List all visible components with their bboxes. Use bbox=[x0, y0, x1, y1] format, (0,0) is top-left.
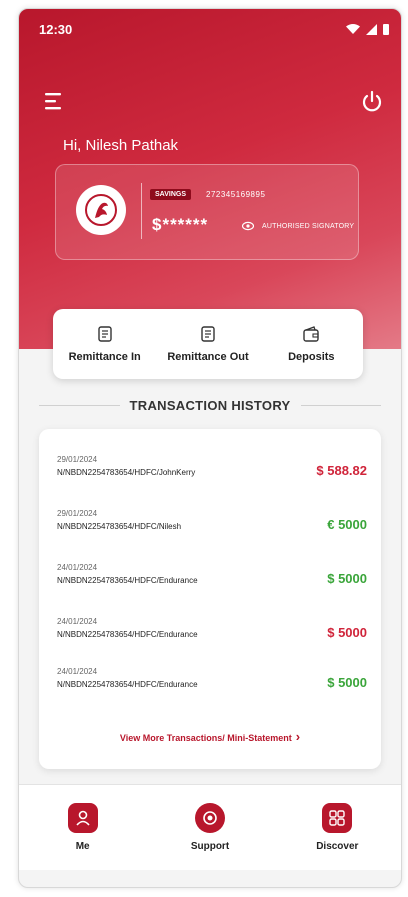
remittance-out-label: Remittance Out bbox=[167, 351, 249, 363]
transaction-date: 24/01/2024 bbox=[57, 667, 98, 676]
deposits-button[interactable]: Deposits bbox=[260, 309, 363, 379]
nav-support[interactable]: Support bbox=[146, 785, 273, 870]
wifi-icon bbox=[346, 24, 360, 34]
transaction-amount: $ 5000 bbox=[327, 571, 367, 586]
transaction-amount: $ 5000 bbox=[327, 675, 367, 690]
transaction-reference: N/NBDN2254783654/HDFC/Endurance bbox=[57, 680, 198, 689]
account-role: AUTHORISED SIGNATORY bbox=[262, 223, 355, 230]
transaction-reference: N/NBDN2254783654/HDFC/Nilesh bbox=[57, 522, 182, 531]
transaction-list: 29/01/2024 N/NBDN2254783654/HDFC/JohnKer… bbox=[39, 429, 381, 769]
transaction-date: 29/01/2024 bbox=[57, 509, 98, 518]
remittance-out-button[interactable]: Remittance Out bbox=[156, 309, 259, 379]
card-divider bbox=[141, 183, 142, 239]
quick-actions: Remittance In Remittance Out Deposits bbox=[53, 309, 363, 379]
transaction-row[interactable]: 29/01/2024 N/NBDN2254783654/HDFC/JohnKer… bbox=[57, 455, 367, 495]
wallet-icon bbox=[303, 326, 320, 342]
account-number: 272345169895 bbox=[206, 190, 266, 199]
phone-frame: 12:30 Hi, Nilesh Pathak SAVINGS 27234516… bbox=[18, 8, 402, 888]
nav-me-label: Me bbox=[75, 841, 90, 852]
account-type-badge: SAVINGS bbox=[150, 189, 191, 200]
eye-icon[interactable] bbox=[242, 221, 254, 231]
transaction-date: 24/01/2024 bbox=[57, 563, 98, 572]
status-bar: 12:30 bbox=[19, 9, 401, 49]
transaction-amount: $ 5000 bbox=[327, 625, 367, 640]
transaction-row[interactable]: 24/01/2024 N/NBDN2254783654/HDFC/Enduran… bbox=[57, 667, 367, 707]
transaction-row[interactable]: 24/01/2024 N/NBDN2254783654/HDFC/Enduran… bbox=[57, 563, 367, 603]
chevron-right-icon: › bbox=[295, 729, 301, 744]
transaction-amount: € 5000 bbox=[327, 517, 367, 532]
transaction-reference: N/NBDN2254783654/HDFC/Endurance bbox=[57, 576, 198, 585]
history-heading: TRANSACTION HISTORY bbox=[39, 391, 382, 419]
nav-discover-label: Discover bbox=[316, 841, 359, 852]
bank-logo bbox=[76, 185, 126, 235]
heading-divider-right bbox=[300, 404, 382, 406]
status-time: 12:30 bbox=[39, 21, 73, 37]
power-icon[interactable] bbox=[359, 89, 385, 115]
account-card[interactable]: SAVINGS 272345169895 $****** AUTHORISED … bbox=[55, 164, 359, 260]
transaction-amount: $ 588.82 bbox=[316, 463, 367, 478]
grid-icon bbox=[322, 803, 353, 833]
signal-icon bbox=[366, 23, 377, 35]
remittance-in-button[interactable]: Remittance In bbox=[53, 309, 156, 379]
view-more-link[interactable]: View More Transactions/ Mini-Statement › bbox=[39, 729, 381, 744]
header-banner: 12:30 Hi, Nilesh Pathak SAVINGS 27234516… bbox=[19, 9, 401, 349]
remittance-in-label: Remittance In bbox=[68, 351, 141, 363]
transaction-reference: N/NBDN2254783654/HDFC/Endurance bbox=[57, 630, 198, 639]
heading-divider-left bbox=[39, 404, 120, 406]
person-icon bbox=[67, 803, 98, 833]
nav-me[interactable]: Me bbox=[19, 785, 146, 870]
view-more-label: View More Transactions/ Mini-Statement bbox=[119, 733, 292, 743]
battery-icon bbox=[383, 23, 389, 35]
nav-discover[interactable]: Discover bbox=[274, 785, 401, 870]
transaction-date: 24/01/2024 bbox=[57, 617, 98, 626]
support-icon bbox=[194, 803, 225, 833]
bottom-nav: Me Support Discover bbox=[19, 784, 401, 870]
greeting-text: Hi, Nilesh Pathak bbox=[63, 137, 179, 154]
transaction-row[interactable]: 29/01/2024 N/NBDN2254783654/HDFC/Nilesh … bbox=[57, 509, 367, 549]
remittance-out-icon bbox=[201, 326, 215, 342]
menu-icon[interactable] bbox=[43, 89, 67, 113]
status-icons bbox=[346, 23, 389, 35]
transaction-row[interactable]: 24/01/2024 N/NBDN2254783654/HDFC/Enduran… bbox=[57, 617, 367, 657]
remittance-in-icon bbox=[97, 326, 112, 342]
deposits-label: Deposits bbox=[288, 351, 335, 363]
history-title: TRANSACTION HISTORY bbox=[129, 397, 291, 413]
nav-support-label: Support bbox=[190, 841, 230, 852]
masked-balance: $****** bbox=[152, 215, 209, 234]
